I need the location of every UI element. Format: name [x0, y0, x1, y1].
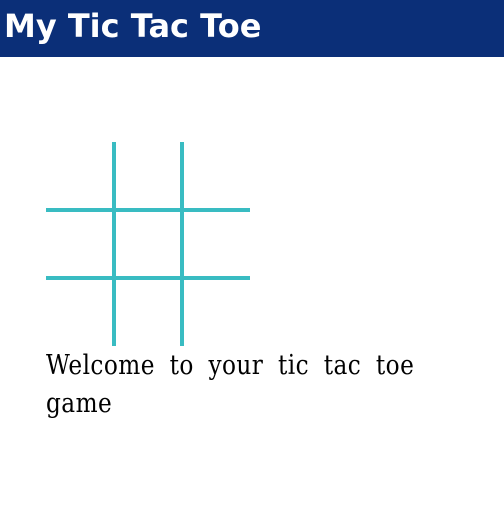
board-cell-4[interactable]: [46, 212, 112, 278]
board-cell-1[interactable]: [46, 142, 112, 208]
board-cell-5[interactable]: [116, 212, 182, 278]
page: My Tic Tac Toe Welcome to your tic tac t…: [0, 0, 504, 518]
board-cell-2[interactable]: [116, 142, 182, 208]
grid-line-horizontal-2: [46, 276, 250, 280]
grid-line-vertical-2: [180, 142, 184, 346]
app-title: My Tic Tac Toe: [4, 6, 262, 45]
board-cell-7[interactable]: [46, 280, 112, 346]
welcome-message: Welcome to your tic tac toe game: [46, 350, 415, 419]
grid-line-horizontal-1: [46, 208, 250, 212]
board-cell-3[interactable]: [184, 142, 250, 208]
board-cell-8[interactable]: [116, 280, 182, 346]
tic-tac-toe-board: [46, 142, 250, 346]
board-cell-9[interactable]: [184, 280, 250, 346]
board-cell-6[interactable]: [184, 212, 250, 278]
grid-line-vertical-1: [112, 142, 116, 346]
app-header: My Tic Tac Toe: [0, 0, 504, 57]
